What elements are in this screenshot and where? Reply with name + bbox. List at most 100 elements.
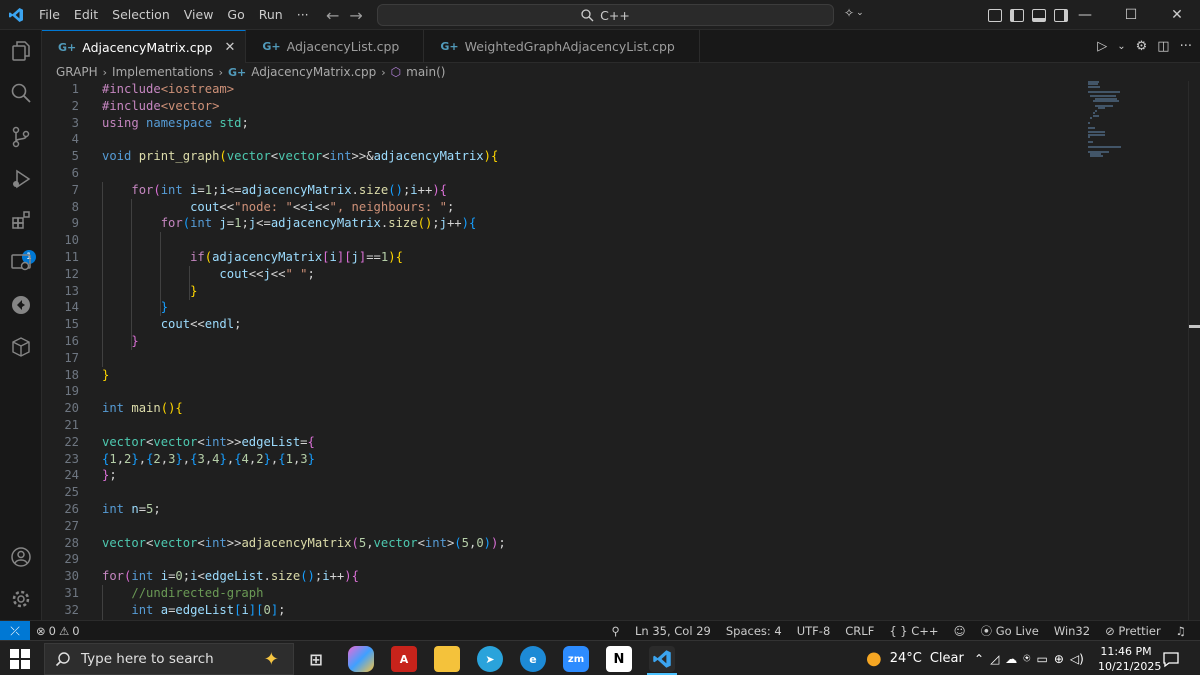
file-explorer-icon[interactable] <box>434 646 460 672</box>
platform[interactable]: Win32 <box>1054 624 1090 638</box>
vertical-scrollbar[interactable] <box>1188 81 1200 620</box>
code-line[interactable]: 2 #include<vector> <box>42 98 1082 115</box>
taskbar-search[interactable]: Type here to search ✦ <box>44 643 294 675</box>
containers-icon[interactable] <box>0 326 42 368</box>
run-debug-icon[interactable] <box>0 158 42 200</box>
code-line[interactable]: 22 vector<vector<int>>edgeList={ <box>42 434 1082 451</box>
error-icon[interactable]: ⊗ <box>36 624 46 638</box>
menu-edit[interactable]: Edit <box>67 0 105 30</box>
menu-view[interactable]: View <box>177 0 221 30</box>
code-line[interactable]: 17 <box>42 350 1082 367</box>
command-center-search[interactable]: C++ <box>377 4 834 26</box>
clock[interactable]: 11:46 PM 10/21/2025 <box>1098 644 1161 674</box>
windows-start-icon[interactable] <box>10 649 30 669</box>
breadcrumb-symbol[interactable]: main() <box>406 65 445 79</box>
battery-icon[interactable]: ▭ <box>1037 652 1048 666</box>
code-line[interactable]: 12 cout<<j<<" "; <box>42 266 1082 283</box>
warning-icon[interactable]: ⚠ <box>59 624 69 638</box>
prettier-status[interactable]: ⊘ Prettier <box>1105 624 1161 638</box>
code-line[interactable]: 4 <box>42 131 1082 148</box>
indentation[interactable]: Spaces: 4 <box>726 624 782 638</box>
warning-count[interactable]: 0 <box>72 624 79 638</box>
onedrive-icon[interactable]: ☁ <box>1005 652 1017 666</box>
vscode-taskbar-icon[interactable] <box>649 646 675 672</box>
code-line[interactable]: 23 {1,2},{2,3},{3,4},{4,2},{1,3} <box>42 451 1082 468</box>
acrobat-icon[interactable]: A <box>391 646 417 672</box>
code-line[interactable]: 21 <box>42 417 1082 434</box>
settings-gear-icon[interactable]: ⚙ <box>1136 39 1148 54</box>
minimap[interactable] <box>1088 81 1148 171</box>
code-line[interactable]: 14 } <box>42 299 1082 316</box>
copilot-app-icon[interactable] <box>348 646 374 672</box>
menu-go[interactable]: Go <box>220 0 251 30</box>
weather-widget[interactable]: ● 24°C Clear <box>866 641 964 675</box>
cursor-position[interactable]: Ln 35, Col 29 <box>635 624 711 638</box>
split-editor-icon[interactable]: ◫ <box>1157 39 1169 54</box>
code-line[interactable]: 13 } <box>42 283 1082 300</box>
manage-gear-icon[interactable] <box>0 578 42 620</box>
extensions-icon[interactable] <box>0 200 42 242</box>
code-line[interactable]: 25 <box>42 484 1082 501</box>
code-line[interactable]: 30 for(int i=0;i<edgeList.size();i++){ <box>42 568 1082 585</box>
error-count[interactable]: 0 <box>49 624 56 638</box>
remote-explorer-icon[interactable] <box>0 242 42 284</box>
zoom-icon[interactable]: zm <box>563 646 589 672</box>
tab-weighted-graph[interactable]: G+ WeightedGraphAdjacencyList.cpp <box>424 30 700 63</box>
code-line[interactable]: 8 cout<<"node: "<<i<<", neighbours: "; <box>42 199 1082 216</box>
code-line[interactable]: 32 int a=edgeList[i][0]; <box>42 602 1082 619</box>
search-sidebar-icon[interactable] <box>0 72 42 114</box>
source-control-icon[interactable] <box>0 116 42 158</box>
more-actions-icon[interactable]: ··· <box>1180 39 1192 54</box>
code-line[interactable]: 6 <box>42 165 1082 182</box>
code-line[interactable]: 29 <box>42 551 1082 568</box>
network-icon[interactable]: ◿ <box>990 652 999 666</box>
code-line[interactable]: 28 vector<vector<int>>adjacencyMatrix(5,v… <box>42 535 1082 552</box>
chevron-down-icon[interactable]: ⌄ <box>1117 41 1125 52</box>
forward-arrow-icon[interactable]: → <box>349 6 362 25</box>
show-hidden-icons-icon[interactable]: ⌃ <box>974 652 984 666</box>
customize-layout-icon[interactable] <box>988 8 1002 22</box>
code-line[interactable]: 15 cout<<endl; <box>42 316 1082 333</box>
close-tab-icon[interactable]: ✕ <box>224 40 235 55</box>
breadcrumb-folder-graph[interactable]: GRAPH <box>56 65 98 79</box>
code-line[interactable]: 1 #include<iostream> <box>42 81 1082 98</box>
maximize-button[interactable]: ☐ <box>1108 0 1154 30</box>
remote-indicator-icon[interactable]: ⤫ <box>0 621 30 641</box>
code-line[interactable]: 26 int n=5; <box>42 501 1082 518</box>
vpn-icon[interactable]: ⊕ <box>1054 652 1064 666</box>
copilot-status-icon[interactable]: ☺ <box>954 624 966 638</box>
cpp-extension-icon[interactable] <box>0 284 42 326</box>
back-arrow-icon[interactable]: ← <box>326 6 339 25</box>
menu-selection[interactable]: Selection <box>105 0 177 30</box>
menu-file[interactable]: File <box>32 0 67 30</box>
scroll-thumb[interactable] <box>1189 325 1200 328</box>
language-mode[interactable]: { } C++ <box>889 624 938 638</box>
code-line[interactable]: 11 if(adjacencyMatrix[i][j]==1){ <box>42 249 1082 266</box>
code-line[interactable]: 18} <box>42 367 1082 384</box>
menu-run[interactable]: Run <box>252 0 290 30</box>
mic-icon[interactable]: ⍟ <box>1023 651 1030 666</box>
close-window-button[interactable]: ✕ <box>1154 0 1200 30</box>
menu-more[interactable]: ··· <box>290 0 316 30</box>
toggle-primary-sidebar-icon[interactable] <box>1010 8 1024 22</box>
run-file-icon[interactable]: ▷ <box>1097 39 1107 54</box>
pin-icon[interactable]: ⚲ <box>612 624 620 638</box>
task-view-icon[interactable]: ⊞ <box>303 646 329 672</box>
code-line[interactable]: 16 } <box>42 333 1082 350</box>
minimize-button[interactable]: — <box>1062 0 1108 30</box>
encoding[interactable]: UTF-8 <box>797 624 831 638</box>
code-line[interactable]: 27 <box>42 518 1082 535</box>
breadcrumb-folder-implementations[interactable]: Implementations <box>112 65 214 79</box>
notion-icon[interactable]: N <box>606 646 632 672</box>
code-line[interactable]: 7 for(int i=1;i<=adjacencyMatrix.size();… <box>42 182 1082 199</box>
account-icon[interactable] <box>0 536 42 578</box>
code-line[interactable]: 9 for(int j=1;j<=adjacencyMatrix.size();… <box>42 215 1082 232</box>
code-line[interactable]: 5 void print_graph(vector<vector<int>>&ad… <box>42 148 1082 165</box>
code-line[interactable]: 19 <box>42 383 1082 400</box>
copilot-button[interactable]: ✧ ⌄ <box>844 6 864 20</box>
tab-adjacency-list[interactable]: G+ AdjacencyList.cpp <box>246 30 425 63</box>
code-line[interactable]: 3 using namespace std; <box>42 115 1082 132</box>
telegram-icon[interactable]: ➤ <box>477 646 503 672</box>
code-editor[interactable]: 1 #include<iostream> 2 #include<vector> 3 usi… <box>42 81 1188 620</box>
code-line[interactable]: 20 int main(){ <box>42 400 1082 417</box>
